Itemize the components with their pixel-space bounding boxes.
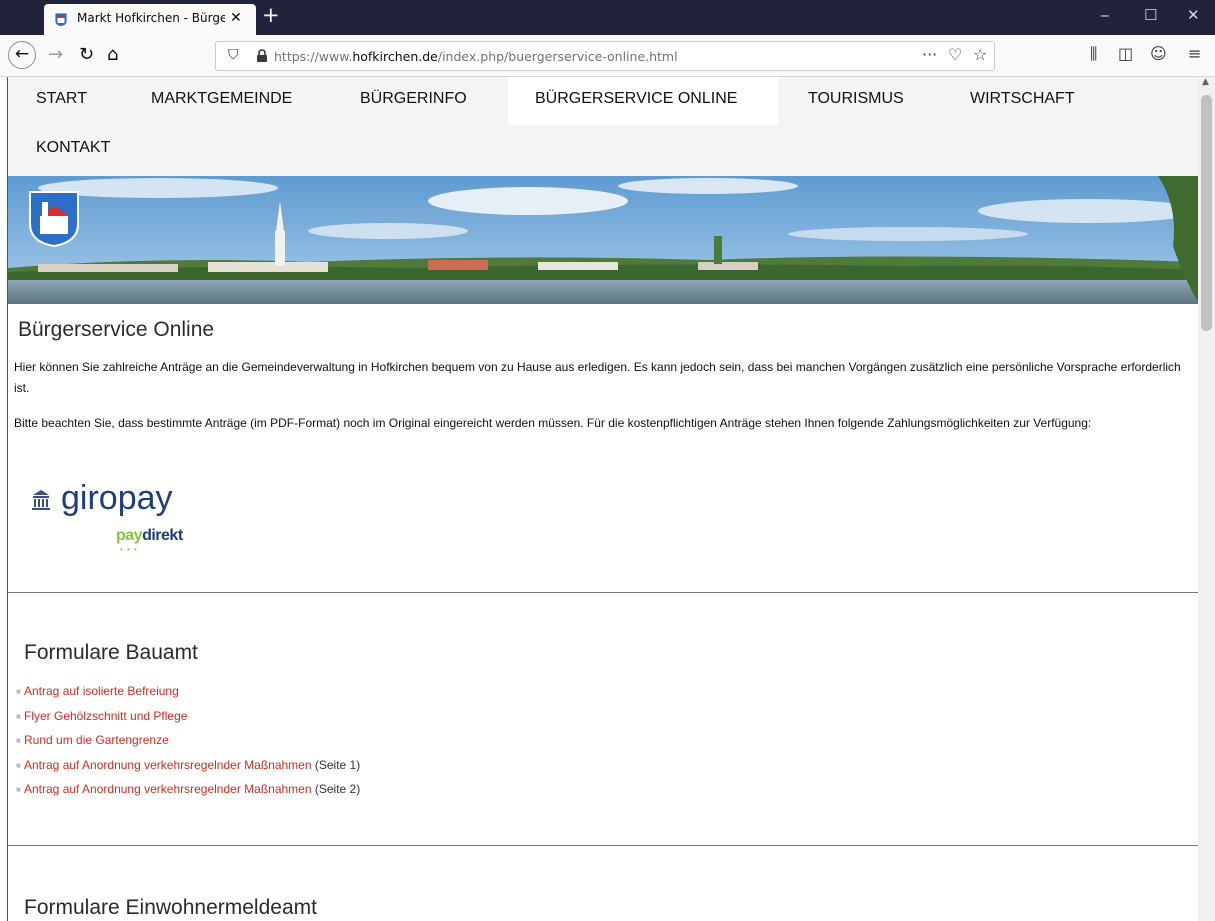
form-link[interactable]: Flyer Gehölzschnitt und Pflege [24,709,187,723]
paydirekt-dots-icon: • • • [120,545,138,554]
maximize-icon[interactable]: ☐ [1144,6,1157,24]
paydirekt-logo-pay: pay [116,527,143,544]
tab-close-icon[interactable]: ✕ [230,10,242,26]
menu-item-buergerinfo[interactable]: BÜRGERINFO [360,90,467,108]
list-item: ■ Antrag auf Anordnung verkehrsregelnder … [16,782,360,807]
more-icon[interactable]: ··· [922,45,937,64]
star-icon[interactable]: ☆ [973,45,987,64]
form-link[interactable]: Antrag auf isolierte Befreiung [24,684,179,698]
payment-note-text: Bitte beachten Sie, dass bestimmte Anträ… [14,416,1092,430]
giropay-logo: giropay [61,479,173,517]
tab-bar: Markt Hofkirchen - Bürgerservice ✕ + ‒ ☐… [0,0,1215,35]
form-link[interactable]: Rund um die Gartengrenze [24,733,169,747]
link-suffix: (Seite 1) [311,757,361,772]
bullet-icon: ■ [16,760,21,770]
menu-item-buergerservice-online[interactable]: BÜRGERSERVICE ONLINE [535,90,737,108]
lock-icon[interactable] [256,49,268,63]
section-title-einwohnermeldeamt: Formulare Einwohnermeldeamt [24,896,317,919]
main-menu: START MARKTGEMEINDE BÜRGERINFO BÜRGERSER… [8,77,1199,176]
account-icon[interactable]: ☺ [1150,44,1167,63]
home-icon[interactable]: ⌂ [107,44,118,65]
form-link[interactable]: Antrag auf Anordnung verkehrsregelnder M… [24,782,312,796]
url-path: /index.php/buergerservice-online.html [437,49,678,64]
form-link[interactable]: Antrag auf Anordnung verkehrsregelnder M… [24,758,312,772]
url-prefix: https://www. [274,49,353,64]
browser-tab[interactable]: Markt Hofkirchen - Bürgerservice ✕ [44,4,256,35]
bauamt-link-list: ■ Antrag auf isolierte Befreiung ■ Flyer G… [16,684,360,807]
coat-of-arms-icon [29,191,79,248]
menu-item-marktgemeinde[interactable]: MARKTGEMEINDE [151,90,292,108]
menu-item-start[interactable]: START [36,90,87,108]
list-item: ■ Flyer Gehölzschnitt und Pflege [16,709,360,734]
bullet-icon: ■ [16,687,21,697]
menu-item-tourismus[interactable]: TOURISMUS [808,90,904,108]
paydirekt-logo: paydirekt [116,527,183,545]
bullet-icon: ■ [16,785,21,795]
web-page: START MARKTGEMEINDE BÜRGERINFO BÜRGERSER… [7,77,1199,921]
divider [8,845,1199,846]
page-scrollbar[interactable]: ▲ [1198,77,1215,921]
panorama-image [8,176,1199,304]
menu-icon[interactable]: ≡ [1188,44,1201,63]
new-tab-icon[interactable]: + [262,3,280,27]
library-icon[interactable]: ⫼ [1090,44,1097,64]
back-icon[interactable]: ← [8,41,36,69]
pocket-icon[interactable]: ♡ [948,45,962,64]
url-domain: hofkirchen.de [352,49,438,64]
scroll-up-icon[interactable]: ▲ [1202,77,1209,87]
payment-logos: giropay paydirekt • • • [30,479,230,559]
forward-icon[interactable]: → [48,44,63,65]
section-title-bauamt: Formulare Bauamt [24,641,198,664]
list-item: ■ Antrag auf isolierte Befreiung [16,684,360,709]
reload-icon[interactable]: ↻ [79,44,94,65]
link-suffix: (Seite 2) [311,782,361,796]
close-icon[interactable]: ✕ [1187,6,1200,24]
url-text[interactable]: https://www.hofkirchen.de/index.php/buer… [274,49,678,64]
tab-title: Markt Hofkirchen - Bürgerservice [77,11,225,25]
divider [8,592,1199,593]
shield-icon[interactable]: ⛉ [228,47,239,63]
scrollbar-thumb[interactable] [1201,95,1212,331]
page-title: Bürgerservice Online [18,318,215,341]
minimize-icon[interactable]: ‒ [1100,6,1110,24]
menu-item-kontakt[interactable]: KONTAKT [36,139,110,157]
paydirekt-logo-direkt: direkt [142,527,183,544]
list-item: ■ Antrag auf Anordnung verkehrsregelnder … [16,758,360,783]
bullet-icon: ■ [16,736,21,746]
favicon-icon [54,12,68,27]
sidebar-icon[interactable]: ◫ [1118,44,1133,63]
header-banner [8,176,1199,304]
list-item: ■ Rund um die Gartengrenze [16,733,360,758]
navigation-toolbar: ← → ↻ ⌂ ⛉ https://www.hofkirchen.de/inde… [0,35,1215,77]
menu-item-wirtschaft[interactable]: WIRTSCHAFT [970,90,1075,108]
intro-text: Hier können Sie zahlreiche Anträge an di… [14,360,1181,395]
url-bar[interactable]: ⛉ https://www.hofkirchen.de/index.php/bu… [215,41,995,71]
bullet-icon: ■ [16,711,21,721]
giropay-icon [32,490,50,510]
